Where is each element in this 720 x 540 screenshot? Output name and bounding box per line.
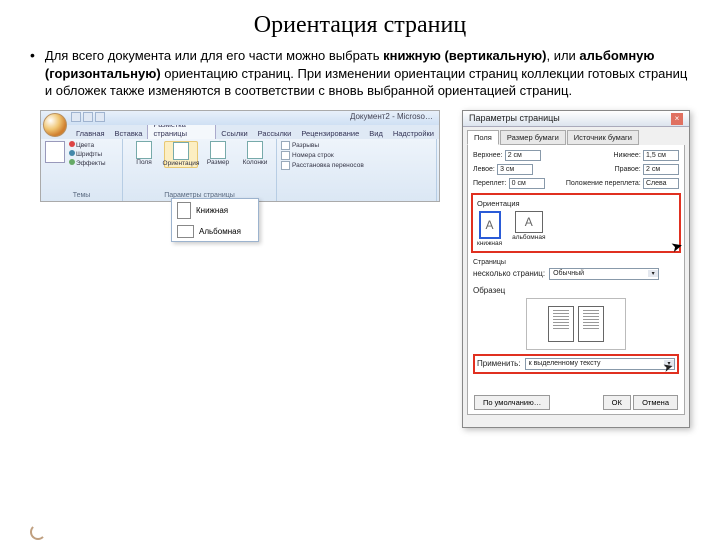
hyphenation-button[interactable]: Расстановка переносов: [281, 161, 432, 170]
tab-home[interactable]: Главная: [71, 128, 110, 139]
radio-portrait[interactable]: Aкнижная: [477, 211, 502, 247]
dropdown-portrait[interactable]: Книжная: [172, 199, 258, 222]
input-top[interactable]: 2 см: [505, 150, 541, 161]
dialog-tab-source[interactable]: Источник бумаги: [567, 130, 639, 145]
dialog-tabs: Поля Размер бумаги Источник бумаги: [463, 127, 689, 145]
word-window: Документ2 - Microso… Главная Вставка Раз…: [40, 110, 440, 202]
landscape-icon: [177, 225, 194, 238]
dialog-tab-margins[interactable]: Поля: [467, 130, 499, 145]
apply-combo[interactable]: к выделенному тексту▾: [525, 358, 675, 370]
bullet-marker: •: [30, 47, 35, 100]
orientation-button[interactable]: Ориентация: [164, 141, 198, 169]
orientation-label: Ориентация: [477, 199, 675, 208]
screenshot-composite: Документ2 - Microso… Главная Вставка Раз…: [40, 110, 690, 440]
group-title-themes: Темы: [45, 192, 118, 199]
portrait-icon: [177, 202, 191, 219]
tab-mailings[interactable]: Рассылки: [253, 128, 297, 139]
multi-pages-combo[interactable]: Обычный▾: [549, 268, 659, 280]
page-setup-dialog: Параметры страницы × Поля Размер бумаги …: [462, 110, 690, 428]
cancel-button[interactable]: Отмена: [633, 395, 678, 410]
ok-button[interactable]: ОК: [603, 395, 631, 410]
office-button[interactable]: [43, 113, 67, 137]
input-left[interactable]: 3 см: [497, 164, 533, 175]
tab-view[interactable]: Вид: [364, 128, 388, 139]
dialog-footer: По умолчанию… ОК Отмена: [468, 395, 684, 410]
default-button[interactable]: По умолчанию…: [474, 395, 550, 410]
word-titlebar: Документ2 - Microso…: [41, 111, 439, 125]
apply-section: Применить: к выделенному тексту▾ ➤: [473, 354, 679, 374]
input-gutter[interactable]: 0 см: [509, 178, 545, 189]
fonts-button[interactable]: Шрифты: [69, 150, 106, 158]
line-numbers-button[interactable]: Номера строк: [281, 151, 432, 160]
colors-button[interactable]: Цвета: [69, 141, 106, 149]
label-left: Левое:: [473, 166, 495, 173]
pages-label: Страницы: [473, 259, 679, 266]
quick-access-toolbar[interactable]: [71, 112, 105, 122]
tab-references[interactable]: Ссылки: [216, 128, 252, 139]
breaks-button[interactable]: Разрывы: [281, 141, 432, 150]
columns-button[interactable]: Колонки: [238, 141, 272, 169]
group-page-setup: Поля Ориентация Размер Колонки Параметры…: [123, 139, 277, 201]
margins-button[interactable]: Поля: [127, 141, 161, 169]
chevron-down-icon: ▾: [648, 270, 658, 277]
bullet-text: Для всего документа или для его части мо…: [45, 47, 690, 100]
slide-decoration-icon: [30, 524, 42, 536]
dialog-titlebar: Параметры страницы ×: [463, 111, 689, 127]
input-right[interactable]: 2 см: [643, 164, 679, 175]
slide-title: Ориентация страниц: [0, 0, 720, 47]
multi-pages-label: несколько страниц:: [473, 269, 545, 278]
dialog-tab-paper[interactable]: Размер бумаги: [500, 130, 566, 145]
pages-section: Страницы несколько страниц: Обычный▾: [473, 259, 679, 280]
document-title: Документ2 - Microso…: [350, 112, 433, 121]
dropdown-landscape[interactable]: Альбомная: [172, 222, 258, 241]
bullet-item: • Для всего документа или для его части …: [0, 47, 720, 108]
effects-button[interactable]: Эффекты: [69, 159, 106, 167]
dialog-body: Верхнее: 2 см Нижнее: 1,5 см Левое: 3 см…: [467, 145, 685, 415]
label-bottom: Нижнее:: [614, 152, 641, 159]
ribbon: Цвета Шрифты Эффекты Темы Поля Ориентаци…: [41, 139, 439, 201]
close-button[interactable]: ×: [671, 113, 683, 125]
apply-label: Применить:: [477, 359, 521, 368]
tab-addins[interactable]: Надстройки: [388, 128, 439, 139]
size-button[interactable]: Размер: [201, 141, 235, 169]
orientation-dropdown: Книжная Альбомная: [171, 198, 259, 242]
preview-box: [526, 298, 626, 350]
label-top: Верхнее:: [473, 152, 502, 159]
input-bottom[interactable]: 1,5 см: [643, 150, 679, 161]
preview-section: Образец: [473, 286, 679, 350]
tab-insert[interactable]: Вставка: [110, 128, 148, 139]
themes-button[interactable]: [45, 141, 65, 163]
orientation-section: Ориентация Aкнижная Aальбомная ➤: [471, 193, 681, 253]
tab-review[interactable]: Рецензирование: [296, 128, 364, 139]
dialog-title: Параметры страницы: [469, 113, 560, 124]
preview-label: Образец: [473, 286, 505, 295]
radio-landscape[interactable]: Aальбомная: [512, 211, 545, 247]
cursor-icon: ➤: [669, 236, 685, 255]
group-paragraph-opts: Разрывы Номера строк Расстановка перенос…: [277, 139, 437, 201]
label-right: Правое:: [615, 166, 641, 173]
label-gutter-pos: Положение переплета:: [566, 180, 641, 187]
label-gutter: Переплет:: [473, 180, 506, 187]
ribbon-tabs: Главная Вставка Разметка страницы Ссылки…: [41, 125, 439, 139]
group-themes: Цвета Шрифты Эффекты Темы: [41, 139, 123, 201]
input-gutter-pos[interactable]: Слева: [643, 178, 679, 189]
